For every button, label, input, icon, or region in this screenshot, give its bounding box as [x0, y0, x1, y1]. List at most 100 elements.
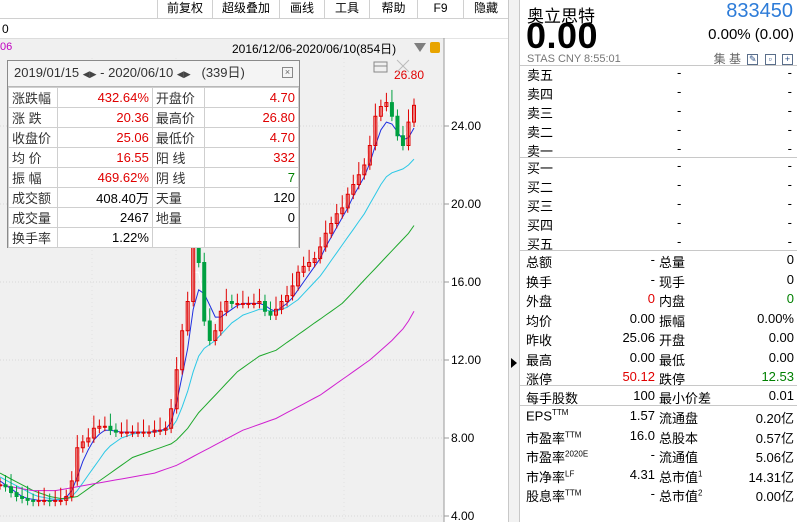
order-book-row[interactable]: 买一 - - [520, 156, 797, 176]
date-to-arrows-icon[interactable]: ◀▶ [177, 69, 191, 79]
popup-row: 涨 跌 20.36 最高价 26.80 [8, 107, 299, 128]
toolbar-draw-button[interactable]: 画线 [279, 0, 324, 18]
candle-body [235, 302, 240, 305]
y-tick-label: 8.00 [451, 431, 475, 445]
candle-body [202, 262, 207, 322]
stat-value: 0 [786, 252, 794, 267]
order-volume: - [787, 84, 792, 99]
stat-value: 0.00 [629, 349, 655, 365]
order-book-row[interactable]: 卖五 - - [520, 63, 797, 83]
toolbar-f9-button[interactable]: F9 [417, 0, 463, 18]
y-tick-label: 16.00 [451, 275, 481, 289]
stat-label: 总市值1 [659, 467, 702, 486]
y-axis: 24.00 20.00 16.00 12.00 8.00 4.00 [444, 119, 481, 522]
stat-label-sup: LF [565, 469, 575, 479]
popup-header: 2019/01/15 ◀▶ - 2020/06/10 ◀▶ (339日) [8, 61, 299, 87]
stat-value: 0 [786, 271, 794, 287]
popup-label: 成交量 [8, 207, 58, 228]
candle-body [25, 497, 30, 501]
candle-body [20, 496, 25, 499]
stat-value: 5.06亿 [755, 450, 794, 465]
popup-value: 20.36 [56, 107, 153, 128]
order-volume: - [787, 234, 792, 249]
chart-range-label: 2016/12/06-2020/06/10(854日) [232, 42, 397, 56]
order-book-row[interactable]: 卖四 - - [520, 82, 797, 102]
y-tick-label: 20.00 [451, 197, 481, 211]
toolbar-help-button[interactable]: 帮助 [369, 0, 417, 18]
stat-label-sup: TTM [552, 408, 569, 417]
stat-label-text: 流通盘 [659, 411, 699, 426]
candle-body [119, 431, 124, 434]
toolbar-hide-button[interactable]: 隐藏 [463, 0, 508, 18]
stat-label: 市盈率TTM [526, 428, 581, 447]
stat-label: 市净率LF [526, 467, 574, 486]
stat-label-text: 总股本 [659, 430, 699, 446]
stat-value: 0 [647, 291, 655, 306]
panel-splitter[interactable] [508, 0, 519, 522]
popup-label: 收盘价 [8, 127, 58, 148]
quote-stat-row: 外盘 0 内盘 0 [520, 289, 797, 309]
stat-label: 昨收 [526, 333, 553, 348]
stat-value: 0.00 [768, 349, 794, 365]
interval-stats-popup: 2019/01/15 ◀▶ - 2020/06/10 ◀▶ (339日) × 涨… [7, 60, 300, 248]
popup-label: 涨 跌 [8, 107, 58, 128]
lock-icon[interactable] [430, 42, 440, 53]
stat-label-text: 市净率 [526, 469, 566, 485]
stat-label: 流通值 [659, 447, 698, 466]
stat-label: 均价 [526, 313, 553, 329]
stat-value: 0.20亿 [755, 411, 794, 426]
candle-body [268, 310, 273, 316]
stat-label: 市盈率2020E [526, 447, 588, 466]
order-book-row[interactable]: 买五 - - [520, 232, 797, 252]
stock-code[interactable]: 833450 [726, 0, 793, 23]
lot-stat-row: 每手股数 100 最小价差 0.01 [520, 386, 797, 406]
order-price: - [677, 158, 682, 173]
popup-value [204, 227, 299, 248]
stat-label-text: 流通值 [659, 450, 699, 465]
order-book-row[interactable]: 买四 - - [520, 213, 797, 233]
candle-body [14, 492, 19, 498]
stat-label-sup: 2020E [565, 449, 589, 459]
stat-label: 股息率TTM [526, 486, 581, 505]
candle-body [262, 301, 267, 312]
popup-label: 开盘价 [151, 87, 206, 108]
candle-body [251, 302, 256, 305]
quote-stat-row: 涨停 50.12 跌停 12.53 [520, 367, 797, 387]
popup-value: 4.70 [204, 127, 299, 148]
popup-value: 26.80 [204, 107, 299, 128]
date-from-arrows-icon[interactable]: ◀▶ [83, 69, 97, 79]
toolbar-overlay-button[interactable]: 超级叠加 [212, 0, 279, 18]
order-book-row[interactable]: 卖二 - - [520, 120, 797, 140]
popup-value: 0 [204, 207, 299, 228]
stat-value: - [650, 486, 655, 501]
toolbar-tools-button[interactable]: 工具 [324, 0, 369, 18]
candle-body [389, 102, 394, 117]
order-price: - [677, 141, 682, 156]
candle-body [58, 499, 63, 502]
popup-row: 涨跌幅 432.64% 开盘价 4.70 [8, 87, 299, 108]
stat-label: 换手 [526, 274, 553, 290]
stat-label: 总额 [526, 255, 553, 270]
popup-value: 16.55 [56, 147, 153, 168]
stat-value: - [650, 271, 655, 287]
order-volume: - [787, 158, 792, 173]
quote-stat-row: 换手 - 现手 0 [520, 270, 797, 290]
candle-body [36, 499, 41, 502]
popup-close-icon[interactable]: × [282, 67, 293, 78]
stat-value: 100 [633, 388, 655, 403]
candle-body [124, 431, 129, 434]
toolbar-fuquan-button[interactable]: 前复权 [157, 0, 212, 18]
candle-body [395, 115, 400, 137]
candle-body [136, 431, 140, 434]
popup-value: 469.62% [56, 167, 153, 188]
order-book-row[interactable]: 买三 - - [520, 194, 797, 214]
order-book-row[interactable]: 买二 - - [520, 175, 797, 195]
order-volume: - [787, 141, 792, 156]
collapse-arrow-icon[interactable] [511, 358, 517, 368]
chart-toolbar: 前复权 超级叠加 画线 工具 帮助 F9 隐藏 [0, 0, 508, 19]
candle-body [229, 301, 234, 304]
order-book-row[interactable]: 卖三 - - [520, 101, 797, 121]
stat-label-text: EPS [526, 408, 553, 424]
range-dropdown-icon[interactable] [414, 43, 426, 52]
stat-value: 50.12 [622, 369, 655, 384]
